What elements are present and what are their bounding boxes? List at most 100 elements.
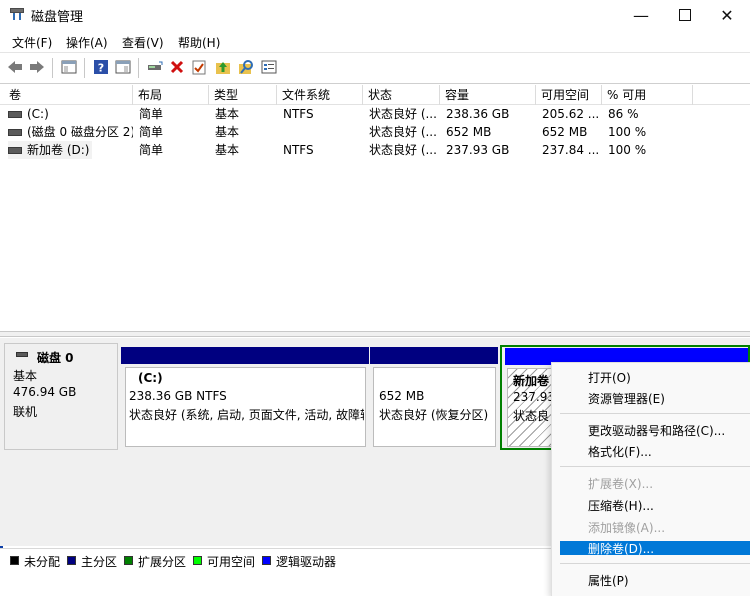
disk-management-app-icon	[9, 7, 25, 21]
disk-name: 磁盘 0	[37, 351, 74, 365]
status-cell: 状态良好 (...	[369, 125, 437, 139]
percent-free-cell: 100 %	[608, 125, 647, 139]
back-icon	[8, 61, 22, 73]
up-folder-icon	[216, 62, 230, 74]
menu-file[interactable]: 文件(F)	[12, 34, 52, 51]
delete-icon	[170, 60, 184, 74]
layout-cell: 简单	[139, 125, 164, 139]
column-header-filesystem[interactable]: 文件系统	[277, 85, 363, 105]
partition-status: 状态良	[513, 409, 550, 423]
console-tree-icon	[61, 60, 77, 74]
help-button[interactable]: ?	[92, 58, 110, 76]
column-header-free-space[interactable]: 可用空间	[536, 85, 602, 105]
disk-size: 476.94 GB	[13, 385, 77, 399]
minimize-button[interactable]: —	[618, 0, 664, 30]
delete-button[interactable]	[168, 58, 186, 76]
show-console-tree-button[interactable]	[60, 58, 78, 76]
filesystem-cell: NTFS	[283, 107, 314, 121]
type-cell: 基本	[215, 125, 240, 139]
status-cell: 状态良好 (...	[369, 143, 437, 157]
minimize-icon: —	[633, 5, 649, 25]
type-cell: 基本	[215, 107, 240, 121]
menu-item-extend-volume: 扩展卷(X)...	[588, 477, 654, 491]
menu-item-open[interactable]: 打开(O)	[588, 369, 631, 386]
partition-recovery[interactable]: 652 MB 状态良好 (恢复分区)	[370, 347, 498, 447]
column-header-layout[interactable]: 布局	[133, 85, 209, 105]
primary-partition-bar	[121, 347, 369, 364]
forward-button[interactable]	[28, 58, 46, 76]
legend-swatch-free-space	[193, 556, 202, 565]
column-header-type[interactable]: 类型	[209, 85, 277, 105]
legend-label-primary: 主分区	[81, 555, 118, 569]
table-row-selected[interactable]: 新加卷 (D:) 简单 基本 NTFS 状态良好 (... 237.93 GB …	[4, 141, 694, 159]
type-cell: 基本	[215, 143, 240, 157]
layout-cell: 简单	[139, 143, 164, 157]
legend-label-extended: 扩展分区	[138, 555, 187, 569]
column-header-volume[interactable]: 卷	[4, 85, 133, 105]
window-title: 磁盘管理	[31, 10, 84, 25]
column-header-status[interactable]: 状态	[363, 85, 440, 105]
disk-status: 联机	[13, 405, 38, 419]
svg-text:?: ?	[98, 62, 104, 75]
maximize-button[interactable]	[662, 0, 708, 30]
partition-name: (C:)	[138, 371, 163, 385]
table-row[interactable]: (磁盘 0 磁盘分区 2) 简单 基本 状态良好 (... 652 MB 652…	[4, 123, 694, 141]
pane-splitter[interactable]	[0, 331, 750, 337]
toolbar	[0, 52, 750, 84]
search-disk-button[interactable]	[237, 58, 255, 76]
legend-swatch-unallocated	[10, 556, 19, 565]
close-icon: ✕	[720, 5, 734, 25]
column-header-percent-free[interactable]: % 可用	[602, 85, 693, 105]
menu-help[interactable]: 帮助(H)	[178, 34, 220, 51]
partition-size: 238.36 GB NTFS	[129, 389, 227, 403]
legend-swatch-extended	[124, 556, 133, 565]
capacity-cell: 652 MB	[446, 125, 492, 139]
menu-item-change-drive-letter[interactable]: 更改驱动器号和路径(C)...	[588, 422, 725, 439]
connect-disk-button[interactable]	[146, 58, 164, 76]
legend-swatch-primary	[67, 556, 76, 565]
show-action-pane-button[interactable]	[114, 58, 132, 76]
menu-item-add-mirror: 添加镜像(A)...	[588, 521, 666, 535]
partition-c[interactable]: (C:) 238.36 GB NTFS 状态良好 (系统, 启动, 页面文件, …	[121, 347, 369, 447]
menu-separator	[560, 466, 750, 467]
column-header-capacity[interactable]: 容量	[440, 85, 536, 105]
primary-partition-bar	[370, 347, 498, 364]
back-button[interactable]	[6, 58, 24, 76]
disk-0-label[interactable]: 磁盘 0 基本 476.94 GB 联机	[4, 343, 118, 450]
free-space-cell: 237.84 ...	[542, 143, 600, 157]
action-pane-icon	[115, 60, 131, 74]
legend-swatch-logical-drive	[262, 556, 271, 565]
check-icon	[192, 60, 206, 75]
partition-status: 状态良好 (系统, 启动, 页面文件, 活动, 故障转	[129, 408, 364, 422]
close-button[interactable]: ✕	[704, 0, 750, 30]
volume-name: (磁盘 0 磁盘分区 2)	[27, 125, 133, 139]
menu-item-explorer[interactable]: 资源管理器(E)	[588, 390, 665, 407]
legend-label-logical-drive: 逻辑驱动器	[276, 555, 337, 569]
toolbar-separator	[84, 58, 85, 78]
menu-item-format[interactable]: 格式化(F)...	[588, 443, 652, 460]
menu-separator	[560, 563, 750, 564]
menu-separator	[560, 413, 750, 414]
menu-item-properties[interactable]: 属性(P)	[588, 572, 629, 589]
menu-view[interactable]: 查看(V)	[122, 34, 164, 51]
selected-partition-hatch: 新加卷 237.93 状态良	[507, 368, 557, 447]
menu-item-shrink-volume[interactable]: 压缩卷(H)...	[588, 497, 654, 514]
disk-type: 基本	[13, 369, 38, 383]
connect-disk-icon	[148, 61, 163, 70]
forward-icon	[30, 61, 44, 73]
properties-icon	[261, 60, 277, 74]
partition-size: 652 MB	[379, 389, 425, 403]
menu-item-delete-volume[interactable]: 删除卷(D)...	[588, 540, 654, 557]
up-folder-button[interactable]	[214, 58, 232, 76]
table-row[interactable]: (C:) 简单 基本 NTFS 状态良好 (... 238.36 GB 205.…	[4, 105, 694, 123]
capacity-cell: 237.93 GB	[446, 143, 510, 157]
properties-button[interactable]	[260, 58, 278, 76]
volume-icon	[8, 147, 22, 154]
check-button[interactable]	[190, 58, 208, 76]
menu-action[interactable]: 操作(A)	[66, 34, 108, 51]
help-icon: ?	[94, 60, 108, 75]
legend-label-free-space: 可用空间	[207, 555, 256, 569]
disk-icon	[16, 352, 28, 357]
volume-icon	[8, 129, 22, 136]
percent-free-cell: 100 %	[608, 143, 647, 157]
